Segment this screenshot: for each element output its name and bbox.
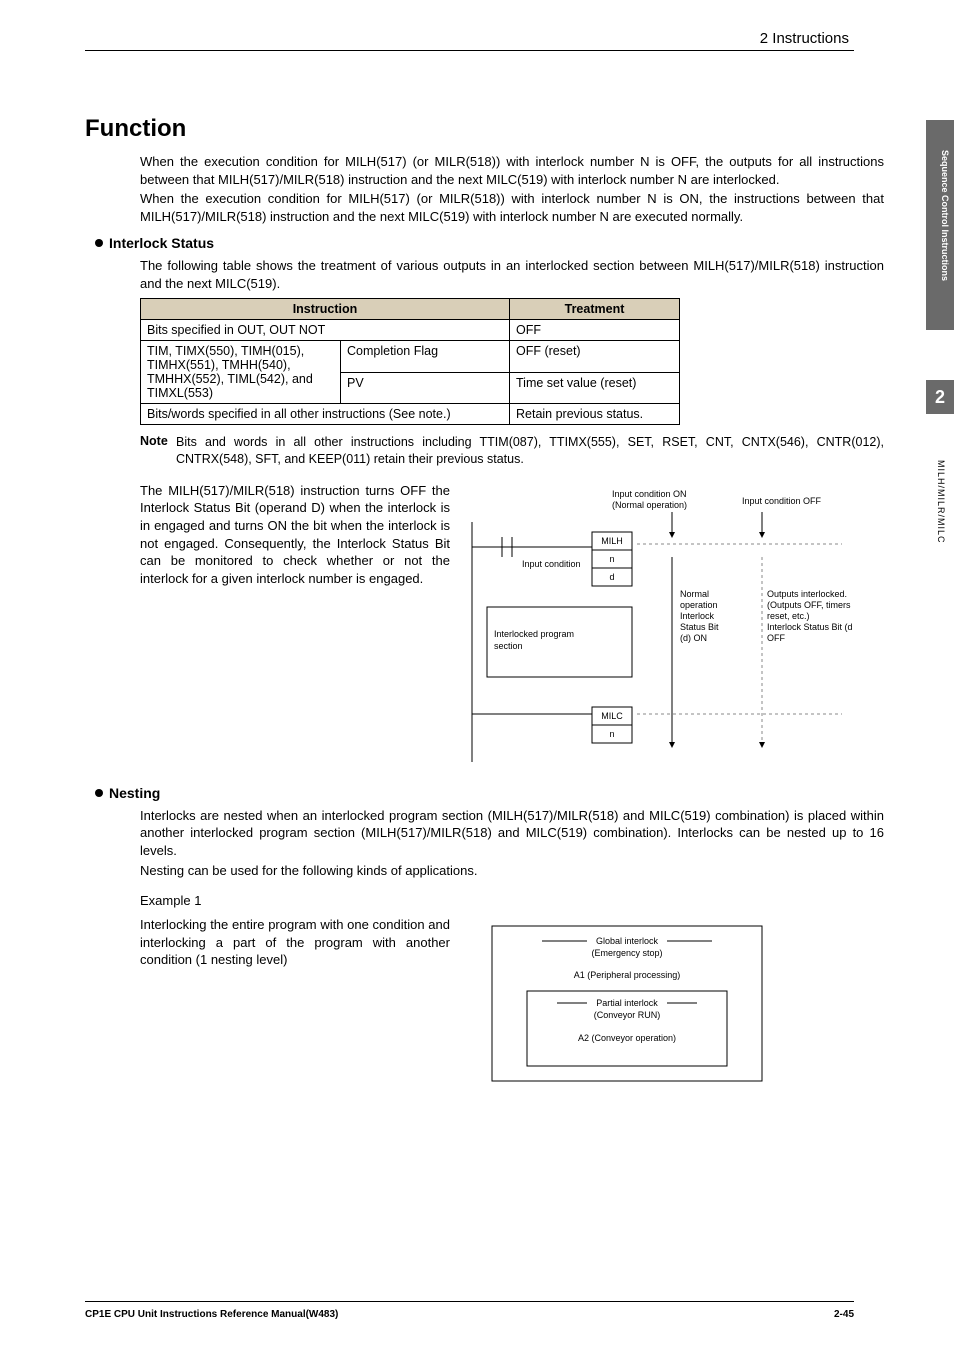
d1-d: d [609,572,614,582]
footer: CP1E CPU Unit Instructions Reference Man… [85,1309,854,1320]
bullet-icon-2 [95,789,103,797]
d1-out4: Interlock Status Bit (d) [767,622,852,632]
nesting-p2: Nesting can be used for the following ki… [140,862,884,880]
d1-norm3: Interlock [680,611,715,621]
d1-norm5: (d) ON [680,633,707,643]
chapter-tab: 2 [926,380,954,414]
bullet-icon [95,239,103,247]
interlock-para: The MILH(517)/MILR(518) instruction turn… [140,482,450,775]
r2c2: OFF (reset) [510,341,680,373]
d1-out5: OFF [767,633,785,643]
note-label: Note [140,434,168,448]
d1-milc: MILC [601,711,623,721]
intro-p2: When the execution condition for MILH(51… [140,190,884,225]
d1-norm2: operation [680,600,718,610]
d2-global: Global interlock [596,936,659,946]
chapter-number: 2 [935,387,945,408]
d1-out1: Outputs interlocked. [767,589,847,599]
subhead-nesting: Nesting [95,785,884,801]
d2-emerg: (Emergency stop) [591,948,662,958]
d2-a1: A1 (Peripheral processing) [574,970,681,980]
subhead-interlock: Interlock Status [95,235,884,251]
d1-norm1: Normal [680,589,709,599]
d1-n1: n [609,554,614,564]
subhead-interlock-text: Interlock Status [109,235,214,251]
d1-sec1: Interlocked program [494,629,574,639]
footer-manual: CP1E CPU Unit Instructions Reference Man… [85,1309,338,1320]
r4c1: Bits/words specified in all other instru… [141,404,510,425]
note-body: Bits and words in all other instructions… [176,434,884,468]
note: Note Bits and words in all other instruc… [140,433,884,468]
r4c2: Retain previous status. [510,404,680,425]
r2c1a: TIM, TIMX(550), TIMH(015), TIMHX(551), T… [141,341,341,404]
d1-condoff: Input condition OFF [742,496,822,506]
d2-conv: (Conveyor RUN) [594,1010,661,1020]
diagram-1: MILH n d Input condition Interlocked pro… [462,482,884,775]
d2-partial: Partial interlock [596,998,658,1008]
r1c2: OFF [510,320,680,341]
d1-n2: n [609,729,614,739]
d1-norm4: Status Bit [680,622,719,632]
th-treatment: Treatment [510,299,680,320]
d1-sec2: section [494,641,523,651]
d1-condon2: (Normal operation) [612,500,687,510]
d2-a2: A2 (Conveyor operation) [578,1033,676,1043]
example-desc: Interlocking the entire program with one… [140,916,450,1089]
r1c1: Bits specified in OUT, OUT NOT [141,320,510,341]
footer-rule [85,1301,854,1302]
intro-p1: When the execution condition for MILH(51… [140,153,884,188]
th-instruction: Instruction [141,299,510,320]
footer-page: 2-45 [834,1309,854,1320]
example-title: Example 1 [140,893,884,908]
d1-condon: Input condition ON [612,489,687,499]
r3c2: Time set value (reset) [510,372,680,404]
treatment-table: Instruction Treatment Bits specified in … [140,298,680,425]
nesting-p1: Interlocks are nested when an interlocke… [140,807,884,860]
header-rule [85,50,854,51]
interlock-desc: The following table shows the treatment … [140,257,884,292]
d1-out2: (Outputs OFF, timers [767,600,851,610]
r3c1b: PV [341,372,510,404]
side-page-label: MILH/MILR/MILC [936,460,946,544]
d1-out3: reset, etc.) [767,611,810,621]
diagram-2: Global interlock (Emergency stop) A1 (Pe… [462,916,884,1089]
d1-inputcond: Input condition [522,559,581,569]
header-section: 2 Instructions [760,30,849,47]
side-group-label: Sequence Control Instructions [940,150,950,281]
subhead-nesting-text: Nesting [109,785,160,801]
r2c1b: Completion Flag [341,341,510,373]
page-title: Function [85,115,884,143]
d1-milh: MILH [601,536,623,546]
